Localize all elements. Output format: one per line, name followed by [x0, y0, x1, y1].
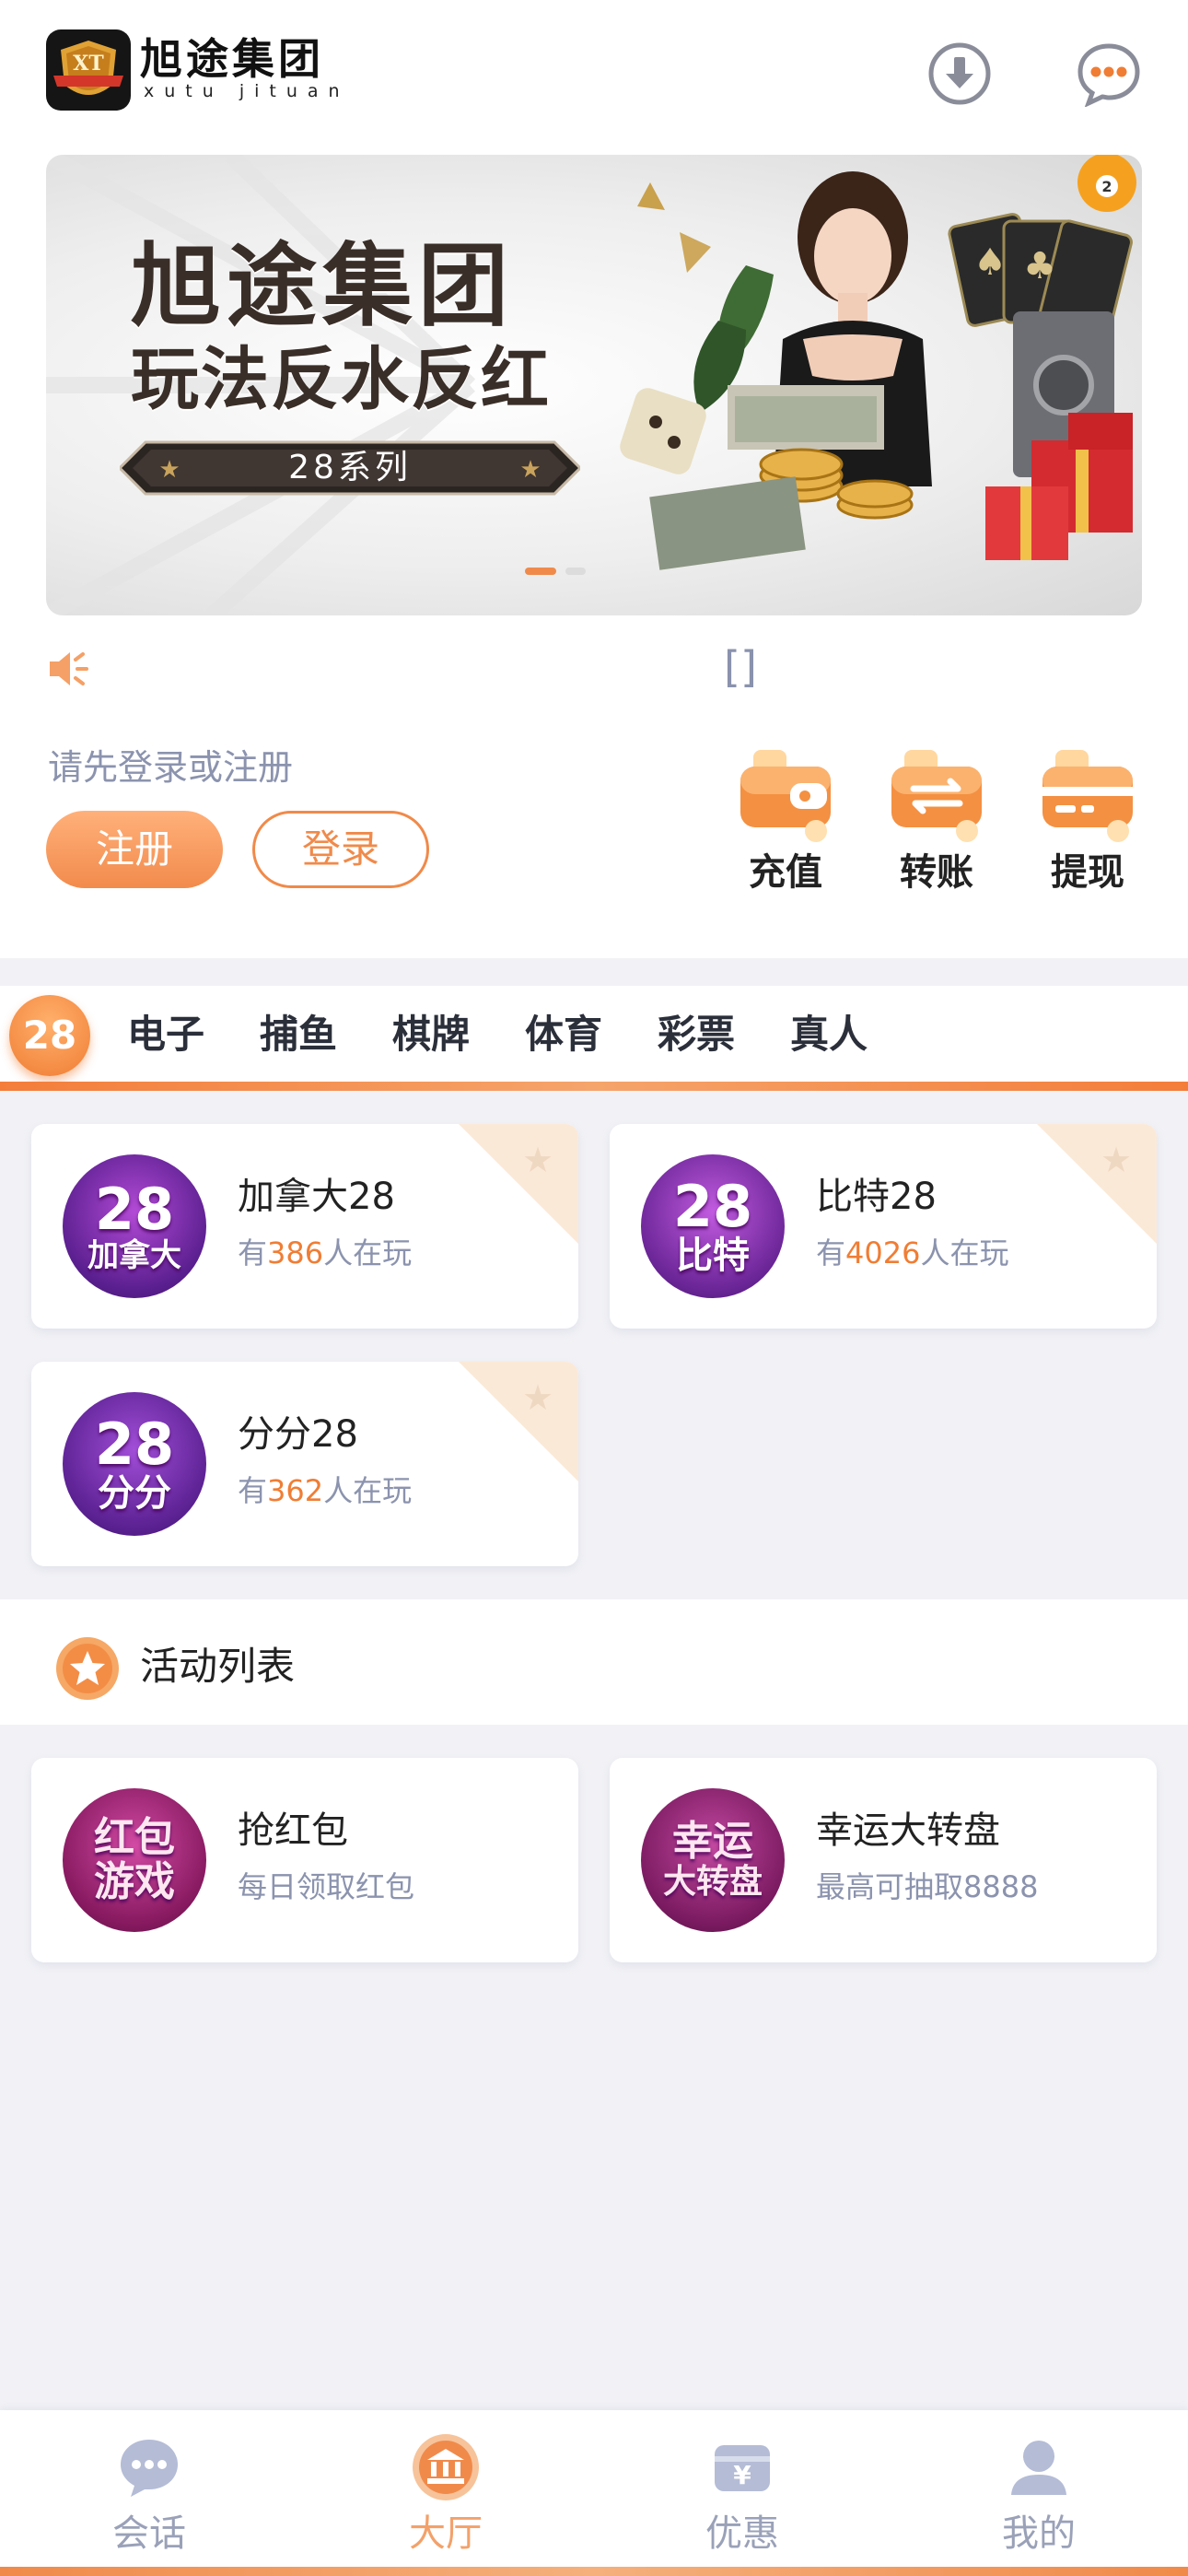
game-icon: 28 比特 [641, 1154, 785, 1298]
bottom-nav: 会话 大厅 ¥ 优惠 我的 [0, 2410, 1188, 2576]
register-button[interactable]: 注册 [46, 811, 223, 888]
chat-icon [121, 2440, 178, 2497]
activity-icon: 幸运 大转盘 [641, 1788, 785, 1932]
transfer-button[interactable]: 转账 [886, 746, 987, 903]
favorite-corner: ★ [459, 1124, 578, 1244]
game-players: 有386人在玩 [238, 1235, 413, 1270]
coupon-icon: ¥ [715, 2445, 770, 2491]
nav-hall[interactable]: 大厅 [354, 2410, 538, 2576]
game-card-canada28[interactable]: ★ 28 加拿大 加拿大28 有386人在玩 [31, 1124, 578, 1329]
category-tabs: 28 电子 捕鱼 棋牌 体育 彩票 真人 [0, 986, 1188, 1087]
user-icon [1011, 2441, 1066, 2495]
activity-title: 抢红包 [238, 1809, 348, 1852]
shield-logo-icon: XT [53, 41, 123, 95]
activity-desc: 每日领取红包 [238, 1869, 415, 1904]
activity-desc: 最高可抽取8888 [816, 1869, 1039, 1904]
header: XT 旭途集团 xutu jituan [0, 0, 1188, 147]
nav-promotions-label: 优惠 [705, 2512, 779, 2555]
download-button[interactable] [926, 41, 993, 107]
banner-indicator-active[interactable] [525, 568, 556, 575]
banner-series-label: 28系列 [288, 449, 412, 486]
game-players: 有362人在玩 [238, 1473, 413, 1508]
banner-title: 旭途集团 [131, 234, 515, 339]
game-card-fenfen28[interactable]: ★ 28 分分 分分28 有362人在玩 [31, 1362, 578, 1566]
app-page: XT 旭途集团 xutu jituan 旭途集团 玩法反水反红 ★ ★ 28系列… [0, 0, 1188, 2576]
tab-chess-cards[interactable]: 棋牌 [392, 1006, 470, 1063]
activity-card-red-packet[interactable]: 红包 游戏 抢红包 每日领取红包 [31, 1758, 578, 1962]
player-count: 4026 [845, 1235, 921, 1270]
game-title: 分分28 [238, 1413, 358, 1456]
game-title: 加拿大28 [238, 1176, 395, 1218]
wallet-icon [740, 750, 831, 842]
tab-underline [0, 1082, 1188, 1091]
brand-logo: XT [46, 29, 131, 111]
brand-subtitle: xutu jituan [144, 81, 350, 101]
nav-chat-label: 会话 [112, 2512, 186, 2555]
tab-electronic[interactable]: 电子 [127, 1006, 204, 1063]
game-icon: 28 加拿大 [63, 1154, 206, 1298]
nav-promotions[interactable]: ¥ 优惠 [650, 2410, 834, 2576]
bottom-accent-bar [0, 2567, 1188, 2576]
svg-text:XT: XT [73, 52, 104, 76]
download-icon [928, 42, 991, 105]
banner-indicator[interactable] [565, 568, 586, 575]
nav-mine[interactable]: 我的 [947, 2410, 1131, 2576]
deposit-button[interactable]: 充值 [735, 746, 836, 903]
game-icon: 28 分分 [63, 1392, 206, 1536]
speaker-icon [50, 652, 88, 685]
favorite-corner: ★ [1037, 1124, 1157, 1244]
transfer-label: 转账 [900, 851, 973, 894]
card-icon [1042, 750, 1133, 842]
tab-lottery[interactable]: 彩票 [658, 1006, 735, 1063]
player-count: 386 [267, 1235, 324, 1270]
star-icon: ★ [522, 1377, 553, 1418]
withdraw-button[interactable]: 提现 [1037, 746, 1138, 903]
star-badge-icon [56, 1637, 119, 1700]
deposit-label: 充值 [749, 851, 822, 894]
activity-section-title: 活动列表 [140, 1644, 296, 1689]
nav-hall-label: 大厅 [409, 2512, 483, 2555]
login-hint: 请先登录或注册 [48, 747, 294, 788]
brand-name: 旭途集团 [140, 34, 324, 84]
svg-text:¥: ¥ [733, 2460, 751, 2490]
favorite-corner: ★ [459, 1362, 578, 1481]
chat-button[interactable] [1076, 41, 1142, 108]
player-count: 362 [267, 1473, 324, 1508]
activity-section-header: 活动列表 [0, 1599, 1188, 1725]
banner-illustration: ♠ ♣ 2 [620, 155, 1136, 570]
promo-banner[interactable]: 旭途集团 玩法反水反红 ★ ★ 28系列 ♠ ♣ 2 [46, 155, 1142, 615]
game-players: 有4026人在玩 [816, 1235, 1009, 1270]
activity-title: 幸运大转盘 [816, 1809, 1000, 1852]
svg-text:2: 2 [1101, 178, 1112, 195]
svg-text:♠: ♠ [973, 241, 1007, 284]
chat-bubble-icon [1077, 43, 1140, 108]
activity-icon: 红包 游戏 [63, 1788, 206, 1932]
star-icon: ★ [1101, 1140, 1132, 1180]
hall-icon [413, 2434, 479, 2500]
tab-live[interactable]: 真人 [790, 1006, 868, 1063]
transfer-icon [891, 750, 982, 842]
notice-marquee: [] [724, 642, 757, 692]
star-icon: ★ [522, 1140, 553, 1180]
banner-subtitle: 玩法反水反红 [131, 340, 551, 419]
svg-text:♣: ♣ [1023, 245, 1056, 287]
withdraw-label: 提现 [1051, 851, 1124, 894]
activity-card-lucky-wheel[interactable]: 幸运 大转盘 幸运大转盘 最高可抽取8888 [610, 1758, 1157, 1962]
game-card-bit28[interactable]: ★ 28 比特 比特28 有4026人在玩 [610, 1124, 1157, 1329]
login-button[interactable]: 登录 [252, 811, 429, 888]
nav-mine-label: 我的 [1002, 2512, 1076, 2555]
tab-fishing[interactable]: 捕鱼 [260, 1006, 337, 1063]
nav-chat[interactable]: 会话 [57, 2410, 241, 2576]
tab-28[interactable]: 28 [9, 995, 90, 1076]
game-title: 比特28 [816, 1176, 937, 1218]
tab-sports[interactable]: 体育 [525, 1006, 602, 1063]
